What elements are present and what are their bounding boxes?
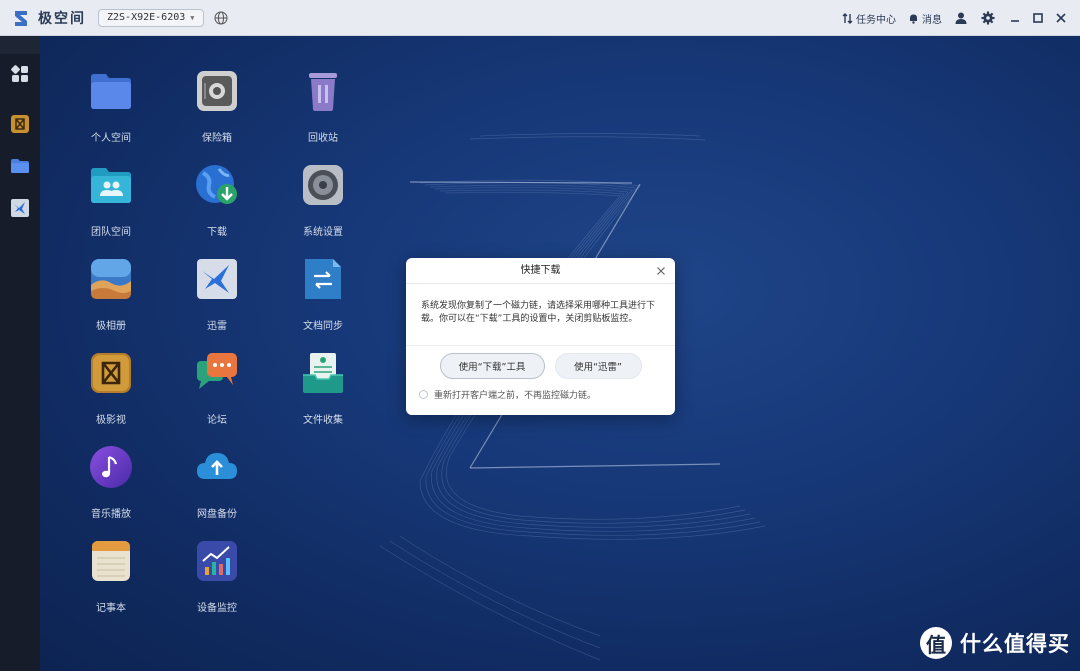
app-label: 音乐播放 [91, 509, 131, 520]
globe-icon[interactable] [214, 11, 228, 25]
maximize-icon[interactable] [1031, 11, 1045, 25]
folder-app-icon[interactable] [10, 156, 30, 176]
file-collect-icon [303, 353, 343, 393]
minimize-icon[interactable] [1008, 11, 1022, 25]
thunder-app-icon[interactable] [10, 198, 30, 218]
gear-icon[interactable] [981, 11, 995, 25]
watermark-logo: 值 [920, 627, 952, 659]
dialog-actions: 使用“下载”工具 使用“迅雷” [406, 353, 675, 379]
app-team-space[interactable]: 团队空间 [61, 163, 161, 238]
use-download-tool-button[interactable]: 使用“下载”工具 [439, 353, 545, 379]
notepad-icon [92, 541, 130, 581]
app-label: 个人空间 [91, 133, 131, 144]
sidebar-top-strip [0, 36, 40, 54]
sidebar [0, 36, 40, 671]
device-selector[interactable]: Z2S-X92E-6203 ▼ [98, 8, 204, 27]
stop-monitoring-checkbox[interactable]: 重新打开客户端之前，不再监控磁力链。 [406, 388, 675, 401]
folder-icon [91, 74, 131, 109]
task-center-button[interactable]: 任务中心 [842, 11, 896, 26]
thunder-icon [197, 259, 237, 299]
messages-label: 消息 [922, 14, 942, 26]
dialog-message: 系统发现你复制了一个磁力链，请选择采用哪种工具进行下载。你可以在“下载”工具的设… [406, 284, 675, 346]
app-notepad[interactable]: 记事本 [61, 539, 161, 614]
app-file-collect[interactable]: 文件收集 [273, 351, 373, 426]
app-label: 极影视 [96, 415, 126, 426]
app-label: 团队空间 [91, 227, 131, 238]
app-music[interactable]: 音乐播放 [61, 445, 161, 520]
app-label: 迅雷 [207, 321, 227, 332]
messages-button[interactable]: 消息 [908, 11, 942, 26]
photo-album-icon [91, 259, 131, 299]
bell-icon [910, 14, 917, 24]
watermark-text: 什么值得买 [960, 632, 1070, 656]
use-thunder-button[interactable]: 使用“迅雷” [554, 353, 642, 379]
app-label: 论坛 [207, 415, 227, 426]
user-icon[interactable] [954, 11, 968, 25]
task-center-label: 任务中心 [856, 14, 896, 26]
app-label: 极相册 [96, 321, 126, 332]
app-forum[interactable]: 论坛 [167, 351, 267, 426]
app-label: 设备监控 [197, 603, 237, 614]
app-label: 记事本 [96, 603, 126, 614]
title-bar: 极空间 Z2S-X92E-6203 ▼ 任务中心 消息 [0, 0, 1080, 36]
app-label: 回收站 [308, 133, 338, 144]
doc-sync-icon [305, 259, 341, 299]
app-label: 下载 [207, 227, 227, 238]
device-name: Z2S-X92E-6203 [107, 12, 186, 23]
app-cloud-backup[interactable]: 网盘备份 [167, 445, 267, 520]
quick-download-dialog: 快捷下载 系统发现你复制了一个磁力链，请选择采用哪种工具进行下载。你可以在“下载… [406, 258, 675, 415]
forum-icon [197, 353, 237, 389]
music-icon [90, 446, 132, 488]
download-icon [196, 165, 237, 204]
app-recycle-bin[interactable]: 回收站 [273, 69, 373, 144]
close-icon[interactable] [1054, 11, 1068, 25]
dialog-title: 快捷下载 [406, 258, 675, 284]
checkbox-label: 重新打开客户端之前，不再监控磁力链。 [434, 391, 597, 401]
app-doc-sync[interactable]: 文档同步 [273, 257, 373, 332]
brand-name: 极空间 [38, 10, 86, 27]
cloud-backup-icon [197, 453, 237, 479]
transfer-icon [842, 12, 853, 24]
app-label: 网盘备份 [197, 509, 237, 520]
chevron-down-icon: ▼ [190, 13, 195, 22]
app-device-monitor[interactable]: 设备监控 [167, 539, 267, 614]
settings-icon [303, 165, 343, 205]
app-personal-space[interactable]: 个人空间 [61, 69, 161, 144]
trash-icon [309, 73, 337, 111]
app-safe[interactable]: 保险箱 [167, 69, 267, 144]
app-logo-icon [15, 10, 27, 26]
close-icon[interactable] [655, 265, 667, 277]
apps-grid-icon[interactable] [10, 64, 30, 84]
app-label: 系统设置 [303, 227, 343, 238]
watermark: 值 什么值得买 [920, 627, 1070, 659]
app-label: 保险箱 [202, 133, 232, 144]
app-photo-album[interactable]: 极相册 [61, 257, 161, 332]
safe-icon [197, 71, 237, 111]
app-system-settings[interactable]: 系统设置 [273, 163, 373, 238]
video-app-icon[interactable] [10, 114, 30, 134]
team-folder-icon [91, 168, 131, 203]
monitor-icon [197, 541, 237, 581]
app-download[interactable]: 下载 [167, 163, 267, 238]
app-video[interactable]: 极影视 [61, 351, 161, 426]
checkbox-circle[interactable] [419, 390, 428, 399]
app-label: 文档同步 [303, 321, 343, 332]
video-icon [91, 353, 131, 393]
app-thunder[interactable]: 迅雷 [167, 257, 267, 332]
app-label: 文件收集 [303, 415, 343, 426]
